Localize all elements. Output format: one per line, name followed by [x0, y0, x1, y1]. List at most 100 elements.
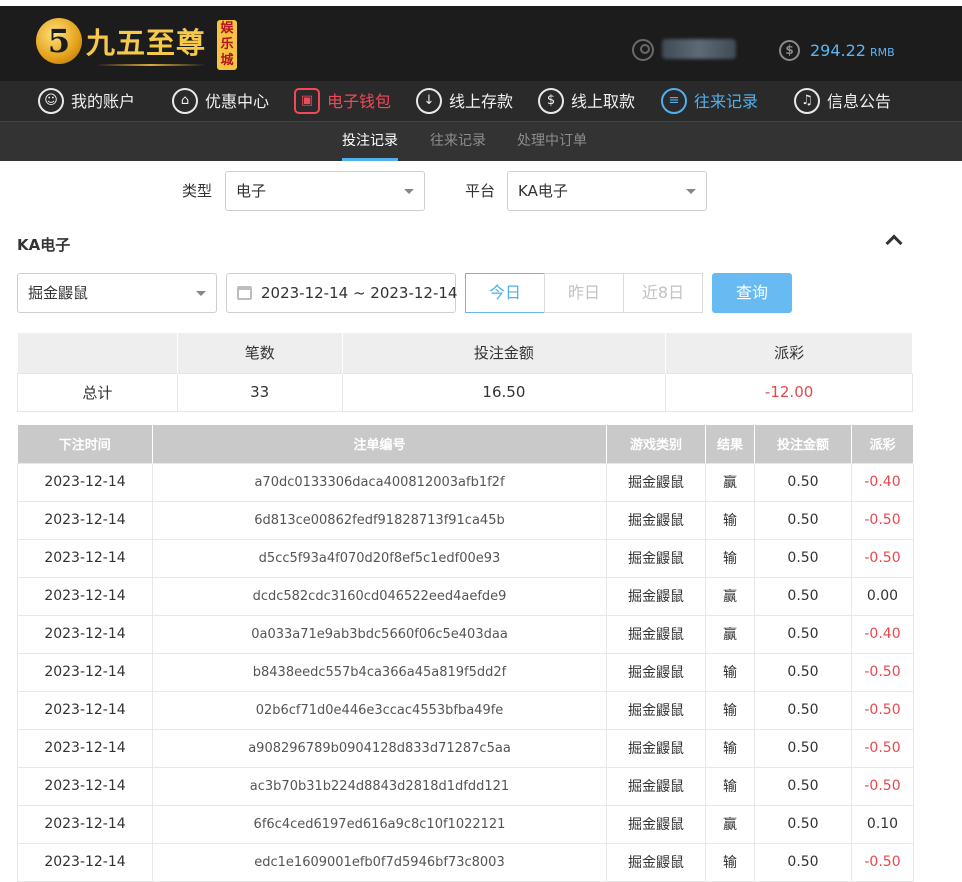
- cell-bet-time: 2023-12-14: [17, 614, 153, 654]
- tab-pending-orders[interactable]: 处理中订单: [517, 122, 587, 161]
- cell-bet-id: a908296789b0904128d833d71287c5aa: [152, 728, 607, 768]
- cell-bet-id: edc1e1609001efb0f7d5946bf73c8003: [152, 842, 607, 882]
- cell-bet-id: b8438eedc557b4ca366a45a819f5dd2f: [152, 652, 607, 692]
- range-last-8-days-button[interactable]: 近8日: [623, 273, 703, 313]
- cell-bet-time: 2023-12-14: [17, 462, 153, 502]
- gift-icon: ⌂: [172, 88, 198, 114]
- summary-header-bet-amount: 投注金额: [342, 333, 667, 373]
- range-yesterday-button[interactable]: 昨日: [544, 273, 624, 313]
- cell-game-category: 掘金鼹鼠: [606, 538, 706, 578]
- records-table: 下注时间 注单编号 游戏类别 结果 投注金额 派彩 2023-12-14 a70d…: [17, 425, 914, 882]
- table-row: 2023-12-14 0a033a71e9ab3bdc5660f06c5e403d…: [17, 614, 914, 654]
- summary-table: 笔数 投注金额 派彩 总计 33 16.50 -12.00: [17, 333, 913, 412]
- cell-bet-id: a70dc0133306daca400812003afb1f2f: [152, 462, 607, 502]
- cell-bet-id: dcdc582cdc3160cd046522eed4aefde9: [152, 576, 607, 616]
- bell-icon: ♫: [794, 88, 820, 114]
- cell-result: 输: [705, 652, 755, 692]
- query-button[interactable]: 查询: [712, 273, 792, 313]
- brand-name: 九五至尊: [86, 26, 207, 60]
- cell-bet-amount: 0.50: [754, 690, 852, 730]
- cell-bet-amount: 0.50: [754, 842, 852, 882]
- cell-bet-amount: 0.50: [754, 614, 852, 654]
- cell-bet-id: 02b6cf71d0e446e3ccac4553bfba49fe: [152, 690, 607, 730]
- wallet-icon: ▣: [294, 88, 320, 114]
- col-bet-amount[interactable]: 投注金额: [754, 425, 852, 463]
- cell-payout: -0.50: [851, 652, 914, 692]
- table-row: 2023-12-14 6d813ce00862fedf91828713f91ca4…: [17, 500, 914, 540]
- table-row: 2023-12-14 02b6cf71d0e446e3ccac4553bfba49…: [17, 690, 914, 730]
- game-select[interactable]: 掘金鼹鼠: [17, 273, 217, 313]
- table-row: 2023-12-14 dcdc582cdc3160cd046522eed4aefd…: [17, 576, 914, 616]
- cell-payout: 0.10: [851, 804, 914, 844]
- cell-result: 赢: [705, 614, 755, 654]
- range-today-button[interactable]: 今日: [465, 273, 545, 313]
- withdraw-icon: $: [538, 88, 564, 114]
- chevron-down-icon: [196, 291, 206, 296]
- cell-bet-amount: 0.50: [754, 462, 852, 502]
- cell-bet-id: 6d813ce00862fedf91828713f91ca45b: [152, 500, 607, 540]
- cell-game-category: 掘金鼹鼠: [606, 614, 706, 654]
- summary-count: 33: [176, 372, 343, 412]
- tab-transfer-records[interactable]: 往来记录: [430, 122, 486, 161]
- col-result[interactable]: 结果: [705, 425, 755, 463]
- cell-bet-time: 2023-12-14: [17, 842, 153, 882]
- col-payout[interactable]: 派彩: [851, 425, 914, 463]
- cell-bet-amount: 0.50: [754, 576, 852, 616]
- chevron-down-icon: [686, 189, 696, 194]
- cell-payout: -0.50: [851, 766, 914, 806]
- col-bet-id[interactable]: 注单编号: [152, 425, 607, 463]
- cell-game-category: 掘金鼹鼠: [606, 804, 706, 844]
- tab-bet-records[interactable]: 投注记录: [342, 122, 398, 161]
- cell-bet-amount: 0.50: [754, 728, 852, 768]
- username-redacted: [662, 39, 736, 59]
- summary-bet-amount: 16.50: [341, 372, 667, 412]
- type-select[interactable]: 电子: [225, 171, 425, 211]
- platform-select-value: KA电子: [518, 182, 568, 200]
- chevron-down-icon: [404, 189, 414, 194]
- date-range-value: 2023-12-14 ~ 2023-12-14: [261, 284, 458, 302]
- cell-bet-amount: 0.50: [754, 766, 852, 806]
- cell-payout: -0.50: [851, 690, 914, 730]
- cell-payout: 0.00: [851, 576, 914, 616]
- cell-payout: -0.50: [851, 538, 914, 578]
- cell-result: 赢: [705, 804, 755, 844]
- table-row: 2023-12-14 b8438eedc557b4ca366a45a819f5dd…: [17, 652, 914, 692]
- platform-select[interactable]: KA电子: [507, 171, 707, 211]
- type-select-value: 电子: [236, 182, 267, 200]
- summary-row: 总计 33 16.50 -12.00: [17, 372, 913, 412]
- summary-payout: -12.00: [665, 372, 913, 412]
- calendar-icon: [237, 286, 252, 300]
- cell-bet-id: d5cc5f93a4f070d20f8ef5c1edf00e93: [152, 538, 607, 578]
- user-icon: ☺: [38, 88, 64, 114]
- date-range-input[interactable]: 2023-12-14 ~ 2023-12-14: [226, 273, 458, 313]
- chevron-up-icon[interactable]: [885, 234, 903, 252]
- cell-payout: -0.40: [851, 614, 914, 654]
- cell-result: 输: [705, 500, 755, 540]
- cell-result: 输: [705, 538, 755, 578]
- table-row: 2023-12-14 edc1e1609001efb0f7d5946bf73c80…: [17, 842, 914, 882]
- cell-result: 输: [705, 766, 755, 806]
- summary-total-label: 总计: [17, 372, 178, 412]
- cell-game-category: 掘金鼹鼠: [606, 690, 706, 730]
- cell-bet-time: 2023-12-14: [17, 766, 153, 806]
- table-row: 2023-12-14 ac3b70b31b224d8843d2818d1dfdd1…: [17, 766, 914, 806]
- cell-result: 赢: [705, 576, 755, 616]
- deposit-icon: ↓: [416, 88, 442, 114]
- summary-header-count: 笔数: [177, 333, 343, 373]
- cell-bet-id: 0a033a71e9ab3bdc5660f06c5e403daa: [152, 614, 607, 654]
- cell-result: 输: [705, 728, 755, 768]
- table-row: 2023-12-14 a908296789b0904128d833d71287c5…: [17, 728, 914, 768]
- col-game-category[interactable]: 游戏类别: [606, 425, 706, 463]
- main-nav: ☺ 我的账户 ⌂ 优惠中心 ▣ 电子钱包 ↓ 线上存款 $ 线上取款 ≡ 往来记…: [0, 81, 962, 122]
- user-avatar-icon[interactable]: [632, 39, 654, 61]
- table-row: 2023-12-14 6f6c4ced6197ed616a9c8c10f10221…: [17, 804, 914, 844]
- sub-nav: 投注记录 往来记录 处理中订单: [0, 122, 962, 161]
- cell-payout: -0.50: [851, 500, 914, 540]
- col-bet-time[interactable]: 下注时间: [17, 425, 153, 463]
- dollar-icon: $: [779, 40, 800, 61]
- cell-game-category: 掘金鼹鼠: [606, 652, 706, 692]
- cell-bet-time: 2023-12-14: [17, 690, 153, 730]
- cell-payout: -0.50: [851, 728, 914, 768]
- brand-logo[interactable]: 5 九五至尊 娱乐城: [36, 16, 246, 78]
- cell-bet-time: 2023-12-14: [17, 652, 153, 692]
